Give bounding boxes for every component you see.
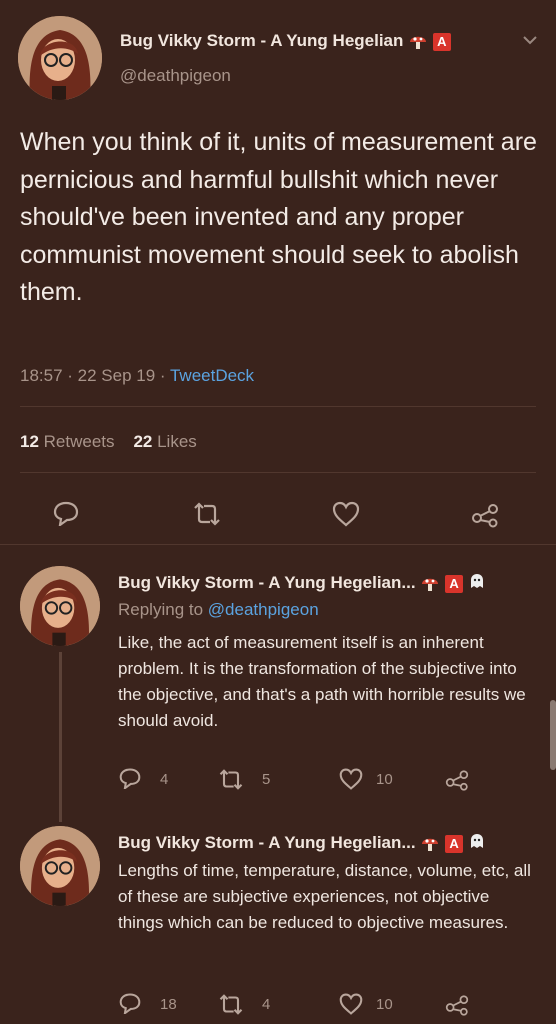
display-name[interactable]: Bug Vikky Storm - A Yung Hegelian A [120, 31, 451, 51]
reply-icon[interactable] [118, 767, 142, 789]
display-name-text: Bug Vikky Storm - A Yung Hegelian [120, 31, 404, 50]
avatar[interactable] [18, 16, 102, 100]
retweet-icon[interactable] [190, 502, 224, 526]
chevron-down-icon[interactable] [522, 34, 538, 46]
likes-stat[interactable]: 22 Likes [133, 432, 196, 451]
ghost-icon [468, 832, 486, 855]
like-icon[interactable] [338, 992, 364, 1016]
share-icon[interactable] [470, 500, 500, 528]
display-name-text: Bug Vikky Storm - A Yung Hegelian... [118, 572, 416, 592]
mushroom-icon [420, 575, 440, 593]
avatar[interactable] [20, 826, 100, 906]
reply-count: 4 [160, 771, 169, 788]
tweet-text: When you think of it, units of measureme… [20, 128, 537, 306]
thread-line [59, 652, 62, 822]
mushroom-icon [408, 33, 428, 51]
avatar[interactable] [20, 566, 100, 646]
reply-count: 18 [160, 996, 177, 1013]
display-name-text: Bug Vikky Storm - A Yung Hegelian... [118, 832, 416, 852]
like-count: 10 [376, 996, 393, 1013]
divider [20, 406, 536, 407]
scrollbar[interactable] [550, 700, 556, 770]
badge-a: A [432, 32, 451, 51]
divider [20, 472, 536, 473]
retweet-icon[interactable] [216, 769, 246, 790]
reply-icon[interactable] [118, 992, 142, 1014]
replying-handle-link[interactable]: @deathpigeon [208, 600, 319, 619]
reply-text: Lengths of time, temperature, distance, … [118, 861, 531, 932]
display-name[interactable]: Bug Vikky Storm - A Yung Hegelian... A [118, 572, 486, 595]
tweet-meta: 18:57 · 22 Sep 19 · TweetDeck [20, 366, 254, 386]
divider [0, 544, 556, 545]
retweet-count: 4 [262, 996, 271, 1013]
share-icon[interactable] [444, 767, 470, 791]
reply-text: Like, the act of measurement itself is a… [118, 633, 526, 730]
like-icon[interactable] [331, 500, 361, 528]
reply-icon[interactable] [52, 500, 80, 526]
likes-label: Likes [157, 432, 197, 451]
retweets-stat[interactable]: 12 Retweets [20, 432, 115, 451]
replying-to: Replying to @deathpigeon [118, 600, 319, 620]
timestamp: 18:57 · 22 Sep 19 · [20, 366, 166, 385]
like-icon[interactable] [338, 767, 364, 791]
handle[interactable]: @deathpigeon [120, 66, 231, 86]
ghost-icon [468, 572, 486, 595]
like-count: 10 [376, 771, 393, 788]
tweet-stats: 12 Retweets 22 Likes [20, 432, 197, 452]
badge-a: A [445, 574, 464, 593]
source-link[interactable]: TweetDeck [170, 366, 254, 385]
retweets-count: 12 [20, 432, 39, 451]
replying-prefix: Replying to [118, 600, 204, 619]
retweets-label: Retweets [43, 432, 115, 451]
retweet-icon[interactable] [216, 994, 246, 1015]
share-icon[interactable] [444, 992, 470, 1016]
mushroom-icon [420, 835, 440, 853]
retweet-count: 5 [262, 771, 271, 788]
display-name[interactable]: Bug Vikky Storm - A Yung Hegelian... A [118, 832, 486, 855]
badge-a: A [445, 834, 464, 853]
likes-count: 22 [133, 432, 153, 451]
